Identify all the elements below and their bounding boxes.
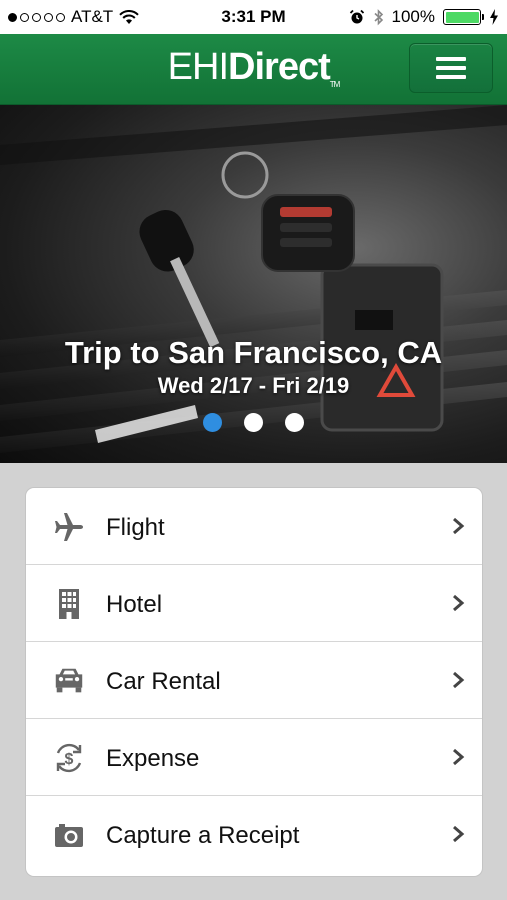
menu-item-hotel[interactable]: Hotel (26, 565, 482, 642)
chevron-right-icon (453, 748, 465, 766)
menu-item-label: Expense (106, 745, 200, 772)
battery-icon (443, 9, 484, 25)
alarm-clock-icon (349, 9, 364, 24)
pager-dot[interactable] (203, 413, 222, 432)
dollar-cycle-icon: $ (52, 741, 86, 775)
chevron-right-icon (453, 671, 465, 689)
menu-item-capture-receipt[interactable]: Capture a Receipt (26, 796, 482, 873)
menu-button[interactable] (409, 43, 493, 93)
chevron-right-icon (453, 825, 465, 843)
pager-dot[interactable] (285, 413, 304, 432)
menu-item-car-rental[interactable]: Car Rental (26, 642, 482, 719)
menu-item-expense[interactable]: $ Expense (26, 719, 482, 796)
hamburger-menu-icon (436, 57, 466, 79)
hero-background-image (0, 105, 507, 453)
menu-item-label: Car Rental (106, 668, 221, 695)
building-icon (52, 587, 86, 621)
trip-title: Trip to San Francisco, CA (64, 335, 443, 370)
menu-item-label: Hotel (106, 591, 163, 618)
chevron-right-icon (453, 594, 465, 612)
pager-dot[interactable] (244, 413, 263, 432)
menu-item-flight[interactable]: Flight (26, 488, 482, 565)
battery-percent: 100% (391, 7, 435, 26)
status-bar: AT&T 3:31 PM 100% (0, 0, 507, 34)
svg-text:$: $ (65, 751, 74, 768)
travel-menu-list: Flight Hotel Car Rental $ Expense Captur… (26, 488, 482, 876)
trip-hero-carousel[interactable]: Trip to San Francisco, CA Wed 2/17 - Fri… (0, 105, 507, 463)
bluetooth-icon (373, 8, 383, 25)
chevron-right-icon (453, 517, 465, 535)
trip-dates: Wed 2/17 - Fri 2/19 (157, 373, 350, 398)
car-icon (52, 664, 86, 698)
status-right-group: 100% (349, 7, 499, 27)
charging-bolt-icon (490, 9, 498, 25)
menu-item-label: Capture a Receipt (106, 822, 300, 849)
menu-item-label: Flight (106, 514, 165, 541)
carousel-pager (0, 413, 507, 432)
camera-icon (52, 818, 86, 852)
app-header: EHIDirectTM (0, 34, 507, 105)
airplane-icon (52, 510, 86, 544)
